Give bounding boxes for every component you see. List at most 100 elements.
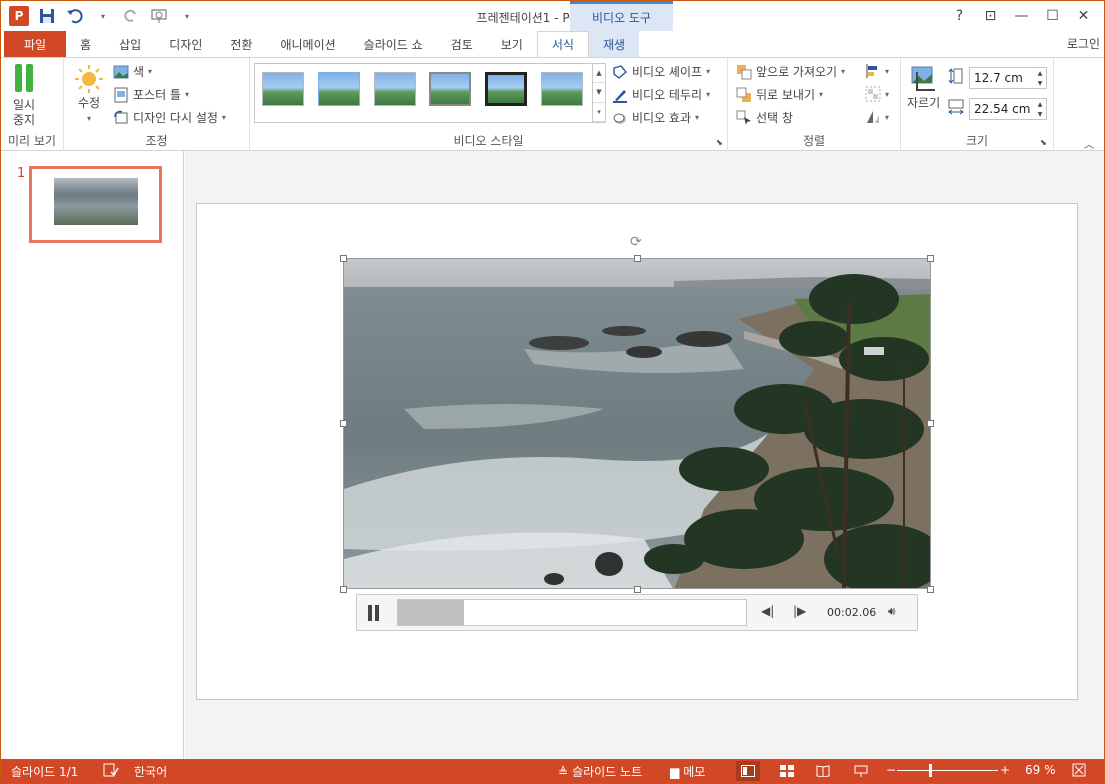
tab-review[interactable]: 검토 [437,31,487,57]
group-adjust: 수정 ▾ 색 ▾ 포스터 틀 ▾ 디자인 다시 설정 ▾ 조정 [64,58,250,151]
slide-thumbnail-1[interactable] [29,166,162,243]
zoom-out-button[interactable]: − [886,763,896,777]
resize-handle-left[interactable] [340,420,347,427]
selection-pane-button[interactable]: 선택 창 [736,109,793,126]
group-label-adjust: 조정 [145,134,168,148]
gallery-scroll-up[interactable]: ▲ [593,64,605,84]
resize-handle-bottom[interactable] [634,586,641,593]
tab-animations[interactable]: 애니메이션 [266,31,349,57]
group-preview: 일시 중지 미리 보기 [1,58,64,151]
video-frame[interactable] [343,258,931,589]
zoom-in-button[interactable]: + [1000,763,1010,777]
tab-home[interactable]: 홈 [66,31,105,57]
video-style-1[interactable] [262,72,304,106]
poster-frame-icon [114,87,128,102]
step-back-icon[interactable]: ◀| [761,604,774,618]
resize-handle-top-right[interactable] [927,255,934,262]
bring-forward-button[interactable]: 앞으로 가져오기 ▾ [736,63,845,80]
fit-to-window-icon[interactable] [1072,763,1086,777]
reset-design-icon [114,110,128,123]
resize-handle-bottom-left[interactable] [340,586,347,593]
crop-button[interactable]: 자르기 [907,64,940,111]
send-backward-button[interactable]: 뒤로 보내기 ▾ [736,86,823,103]
pen-border-icon [613,89,627,103]
align-button[interactable]: ▾ [865,63,889,79]
width-icon [948,99,964,115]
tab-playback[interactable]: 재생 [588,31,640,57]
slideshow-view-icon[interactable] [849,761,873,781]
tab-transitions[interactable]: 전환 [216,31,266,57]
resize-handle-top-left[interactable] [340,255,347,262]
video-style-5[interactable] [485,72,527,106]
rotate-button[interactable]: ▾ [865,109,889,125]
group-objects-button[interactable]: ▾ [865,86,889,102]
tab-design[interactable]: 디자인 [155,31,216,57]
slide-count[interactable]: 슬라이드 1/1 [11,763,78,780]
rotate-handle-icon[interactable]: ⟳ [630,234,642,250]
color-label: 색 [133,65,145,79]
tab-format[interactable]: 서식 [536,31,589,57]
login-link[interactable]: 로그인 [1067,35,1100,52]
size-dialog-launcher[interactable]: ⬊ [1040,138,1047,147]
poster-frame-label: 포스터 틀 [133,88,181,102]
tab-insert[interactable]: 삽입 [105,31,155,57]
reading-view-icon[interactable] [811,761,835,781]
reset-design-button[interactable]: 디자인 다시 설정 ▾ [113,109,226,126]
gallery-scroll-down[interactable]: ▼ [593,83,605,103]
step-forward-icon[interactable]: |▶ [793,604,806,618]
height-spinner[interactable]: ▲ ▼ [1034,68,1046,88]
resize-handle-right[interactable] [927,420,934,427]
width-field[interactable]: 22.54 cm ▲ ▼ [969,98,1047,120]
poster-frame-button[interactable]: 포스터 틀 ▾ [113,86,189,103]
resize-handle-top[interactable] [634,255,641,262]
player-pause-button[interactable] [368,605,379,621]
send-backward-label: 뒤로 보내기 [756,88,816,102]
volume-icon[interactable]: 🔊︎ [888,604,896,619]
video-style-3[interactable] [374,72,416,106]
corrections-button[interactable]: 수정 ▾ [74,64,104,126]
ribbon-display-options-button[interactable]: ⊡ [976,5,1005,27]
width-spinner[interactable]: ▲ ▼ [1034,99,1046,119]
spelling-check-icon[interactable] [103,763,119,777]
video-style-6[interactable] [541,72,583,106]
maximize-button[interactable]: ☐ [1038,5,1067,27]
language-indicator[interactable]: 한국어 [134,763,167,780]
zoom-slider-track[interactable] [897,770,998,771]
collapse-ribbon-icon[interactable]: ︿ [1084,136,1094,151]
crop-label: 자르기 [907,96,941,110]
video-shape-button[interactable]: 비디오 셰이프 ▾ [612,63,710,80]
comments-button[interactable]: ▆ 메모 [670,763,705,780]
align-icon [866,64,877,78]
comments-label: 메모 [683,765,706,779]
gallery-more[interactable]: ▾ [593,103,605,122]
slide-number: 1 [17,166,26,181]
player-seek-bar[interactable] [397,599,747,626]
comments-icon: ▆ [670,764,680,779]
video-style-4[interactable] [429,72,471,106]
video-styles-gallery: ▲ ▼ ▾ [254,63,606,123]
video-style-2[interactable] [318,72,360,106]
selection-pane-label: 선택 창 [756,111,793,125]
help-button[interactable]: ? [945,5,974,27]
normal-view-icon[interactable] [736,761,760,781]
video-styles-dialog-launcher[interactable]: ⬊ [716,138,723,147]
tab-slideshow[interactable]: 슬라이드 쇼 [350,31,437,57]
slide-sorter-view-icon[interactable] [775,761,799,781]
video-border-button[interactable]: 비디오 테두리 ▾ [612,86,710,103]
minimize-button[interactable]: — [1007,5,1036,27]
resize-handle-bottom-right[interactable] [927,586,934,593]
zoom-level[interactable]: 69 % [1025,763,1056,777]
tab-view[interactable]: 보기 [487,31,537,57]
group-label-arrange: 정렬 [802,134,826,148]
pause-preview-button[interactable]: 일시 중지 [13,64,35,128]
close-button[interactable]: ✕ [1069,5,1098,27]
notes-button[interactable]: ≜ 슬라이드 노트 [558,763,642,780]
zoom-slider-thumb[interactable] [929,764,932,777]
selection-pane-icon [736,110,751,125]
video-effects-button[interactable]: 비디오 효과 ▾ [612,109,699,126]
picture-color-icon [113,65,129,78]
color-button[interactable]: 색 ▾ [113,63,152,80]
tab-file[interactable]: 파일 [4,31,67,57]
height-field[interactable]: 12.7 cm ▲ ▼ [969,67,1047,89]
video-effects-icon [613,113,626,124]
